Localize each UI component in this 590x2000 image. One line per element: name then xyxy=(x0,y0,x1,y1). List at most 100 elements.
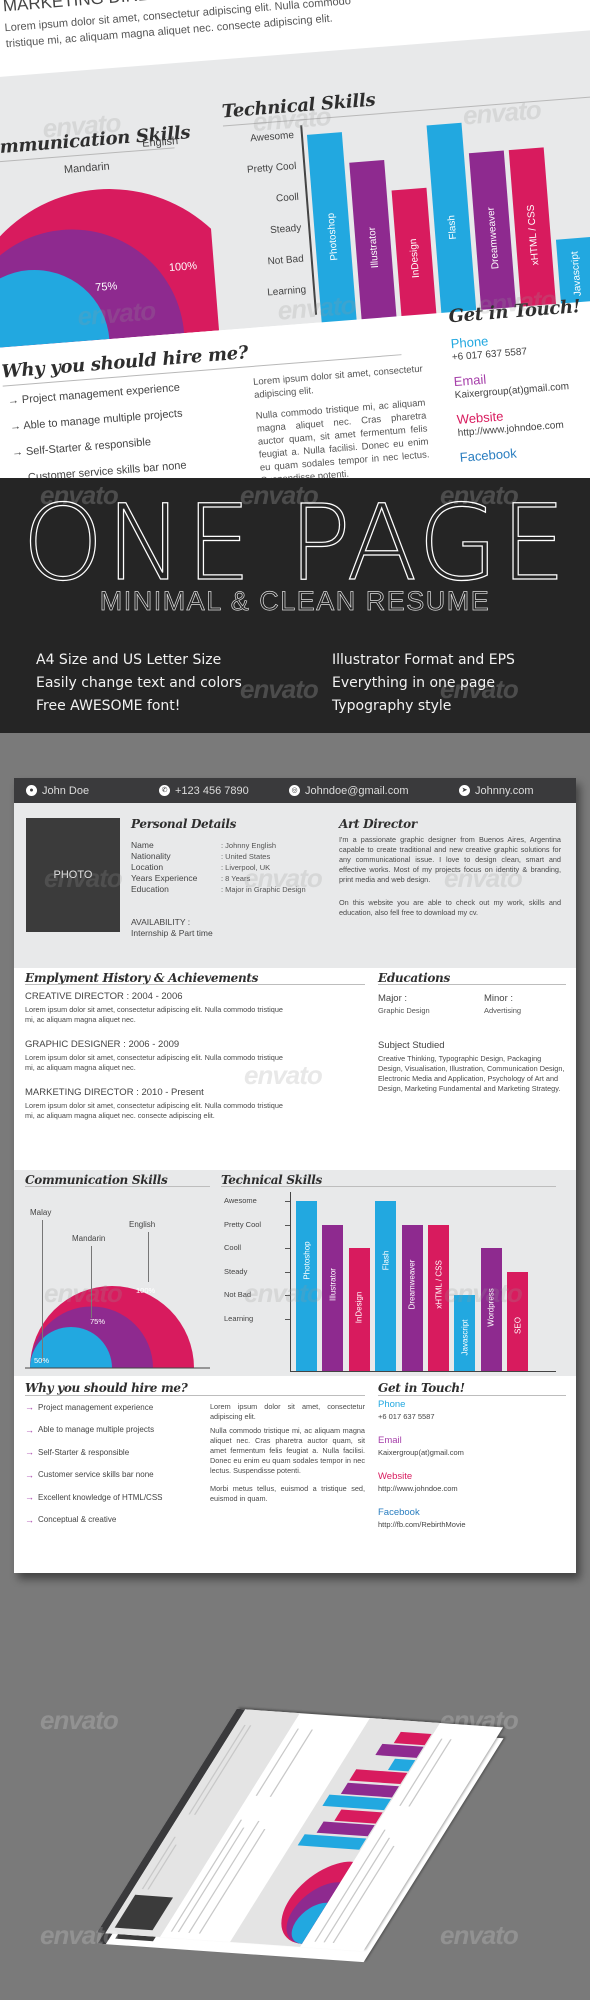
hire-list-item: → Able to manage multiple projects xyxy=(25,1425,154,1435)
topbar-website-text: Johnny.com xyxy=(475,784,534,797)
hire-item-text: Conceptual & creative xyxy=(38,1515,117,1524)
bar-label: Photoshop xyxy=(302,1241,311,1280)
mockup-bar xyxy=(316,1821,375,1837)
topbar-name-text: John Doe xyxy=(42,784,90,797)
preview-language-percent: 100% xyxy=(168,259,198,275)
mockup-bar xyxy=(334,1809,383,1824)
personal-row-label: Name xyxy=(131,840,154,850)
user-icon: ● xyxy=(26,785,37,796)
arrow-right-icon: → xyxy=(25,1424,34,1435)
bar-label: xHTML / CSS xyxy=(434,1259,443,1309)
bar-xhtmlcss: xHTML / CSS xyxy=(428,1224,449,1371)
personal-row-label: Years Experience xyxy=(131,873,198,883)
y-tick-mark xyxy=(285,1248,290,1249)
arrow-right-icon: → xyxy=(25,1514,34,1525)
language-label: Mandarin xyxy=(72,1234,106,1243)
mockup-bar xyxy=(322,1795,391,1811)
subject-heading: Subject Studied xyxy=(378,1040,445,1051)
bar-label: InDesign xyxy=(354,1291,364,1324)
topbar-phone-text: +123 456 7890 xyxy=(175,784,249,797)
hire-para-2: Nulla commodo tristique mi, ac aliquam m… xyxy=(210,1426,365,1475)
preview-y-tick-label: Not Bad xyxy=(267,253,305,268)
preview-bar: xHTML / CSS xyxy=(508,147,557,317)
major-label: Major : xyxy=(378,993,408,1004)
tech-x-axis xyxy=(290,1371,556,1372)
availability-label: AVAILABILITY : xyxy=(131,917,191,927)
about-para-1: I'm a passionate graphic designer from B… xyxy=(339,835,561,884)
preview-closeup: MARKETING DIRECTOR : 2010 - Present Lore… xyxy=(0,0,590,478)
banner-subtitle: MINIMAL & CLEAN RESUME xyxy=(99,586,491,617)
feature-item: Typography style xyxy=(332,698,452,714)
personal-heading: Personal Details xyxy=(131,817,237,831)
feature-item: Easily change text and colors xyxy=(36,675,242,691)
feature-list-right: Illustrator Format and EPS Everything in… xyxy=(332,649,515,718)
communication-chart xyxy=(25,1286,210,1369)
feature-item: Everything in one page xyxy=(332,675,495,691)
contact-label-email: Email xyxy=(378,1435,402,1446)
preview-language-percent: 75% xyxy=(94,280,118,294)
about-para-2: On this website you are able to check ou… xyxy=(339,898,561,917)
bar-wordpress: Wordpress xyxy=(480,1248,502,1371)
photo-placeholder: PHOTO xyxy=(26,818,120,932)
topbar-website: ➤ Johnny.com xyxy=(459,778,534,803)
banner-title: ONE PAGE xyxy=(21,482,569,604)
hire-para-3: Morbi metus tellus, euismod a tristique … xyxy=(210,1484,365,1503)
personal-row-value: : Johnny English xyxy=(221,841,277,850)
preview-bar-label: Dreamweaver xyxy=(485,206,502,270)
preview-bar-label: Illustrator xyxy=(366,226,381,269)
y-tick-mark xyxy=(285,1201,290,1202)
preview-y-tick-label: Learning xyxy=(266,284,307,299)
bar-label: Flash xyxy=(381,1250,391,1271)
feature-list-left: A4 Size and US Letter Size Easily change… xyxy=(36,649,242,718)
contact-heading: Get in Touch! xyxy=(378,1381,465,1395)
personal-row-value: : Major in Graphic Design xyxy=(221,885,306,894)
preview-bar: Dreamweaver xyxy=(468,150,517,320)
hire-para-1: Lorem ipsum dolor sit amet, consectetur … xyxy=(210,1402,365,1421)
mockup-bar xyxy=(393,1731,432,1746)
preview-tilted-page: MARKETING DIRECTOR : 2010 - Present Lore… xyxy=(0,0,590,478)
minor-label: Minor : xyxy=(484,993,514,1004)
preview-bar: InDesign xyxy=(391,187,438,327)
personal-row-value: : Liverpool, UK xyxy=(221,863,271,872)
preview-contact-label: Email xyxy=(453,371,487,390)
feature-item: Illustrator Format and EPS xyxy=(332,652,515,668)
mockup-bar xyxy=(340,1782,399,1798)
hire-item-text: Self-Starter & responsible xyxy=(38,1447,130,1457)
job-description: Lorem ipsum dolor sit amet, consectetur … xyxy=(25,1005,283,1024)
topbar-email-text: Johndoe@gmail.com xyxy=(305,784,409,797)
preview-para-2: Nulla commodo tristique mi, ac aliquam m… xyxy=(255,397,430,478)
topbar-phone: ✆ +123 456 7890 xyxy=(159,778,249,803)
contact-value-website: http://www.johndoe.com xyxy=(378,1484,458,1493)
hire-heading: Why you should hire me? xyxy=(25,1381,188,1395)
employment-heading: Emplyment History & Achievements xyxy=(25,971,259,985)
personal-row-label: Education xyxy=(131,884,169,894)
job-title: MARKETING DIRECTOR : 2010 - Present xyxy=(25,1087,204,1098)
skills-section: Communication Skills Malay 50% Mandarin 75%… xyxy=(14,1170,576,1376)
preview-language-label: Mandarin xyxy=(63,160,111,177)
language-percent: 75% xyxy=(90,1317,106,1326)
y-tick-mark xyxy=(285,1295,290,1296)
bar-label: Wordpress xyxy=(486,1288,496,1327)
contact-label-website: Website xyxy=(378,1471,413,1482)
hire-list-item: → Self-Starter & responsible xyxy=(25,1447,129,1457)
preview-contact-label: Facebook xyxy=(459,445,518,465)
watermark: envato xyxy=(240,674,319,704)
arrow-right-icon: → xyxy=(25,1469,34,1480)
hire-item-text: Excellent knowledge of HTML/CSS xyxy=(38,1492,163,1502)
language-leader-line xyxy=(148,1232,149,1282)
mockup-bar xyxy=(297,1834,367,1850)
y-tick-mark xyxy=(285,1318,290,1320)
preview-hire-item: → Able to manage multiple projects xyxy=(9,407,183,434)
mockup-stack xyxy=(96,1708,504,1963)
bar-flash: Flash xyxy=(375,1201,397,1371)
preview-contact-label: Phone xyxy=(450,333,489,352)
feature-item: Free AWESOME font! xyxy=(36,698,181,714)
watermark: envato xyxy=(40,1705,119,1735)
education-rule xyxy=(378,984,566,985)
contact-label-facebook: Facebook xyxy=(378,1507,420,1518)
bar-label: Javascript xyxy=(460,1319,470,1356)
y-tick-label: Awesome xyxy=(224,1196,257,1205)
preview-bar-label: InDesign xyxy=(407,238,422,279)
topbar-email: ◎ Johndoe@gmail.com xyxy=(289,778,409,803)
minor-value: Advertising xyxy=(484,1006,522,1015)
